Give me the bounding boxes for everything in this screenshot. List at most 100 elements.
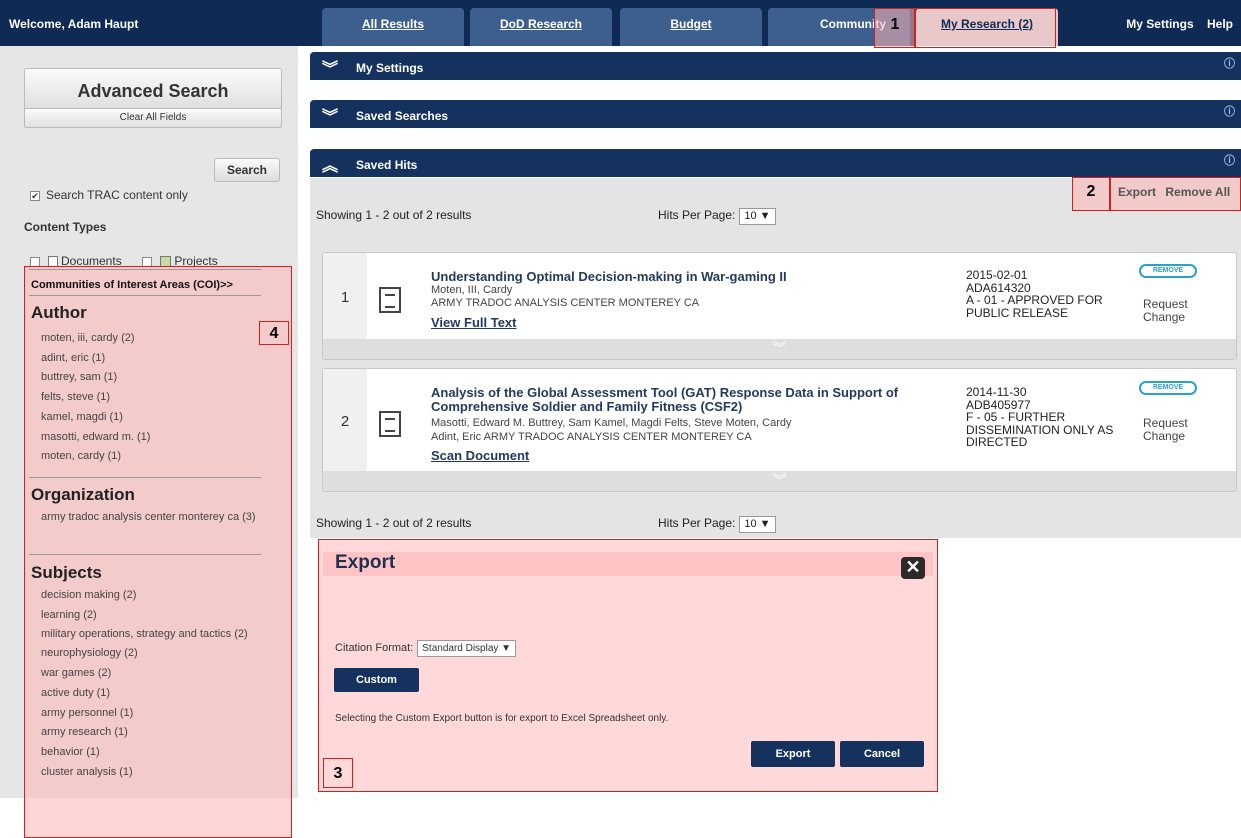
- subjects-list: decision making (2) learning (2) militar…: [41, 586, 281, 782]
- info-icon[interactable]: ⓘ: [1224, 55, 1235, 71]
- facet-item[interactable]: masotti, edward m. (1): [41, 428, 281, 448]
- result-authors: Moten, III, Cardy: [431, 284, 513, 296]
- info-icon[interactable]: ⓘ: [1224, 103, 1235, 119]
- result-distribution: F - 05 - FURTHER DISSEMINATION ONLY AS D…: [966, 410, 1114, 449]
- hits-per-page-select[interactable]: 10 ▼: [739, 516, 776, 533]
- scan-document-link[interactable]: Scan Document: [431, 448, 529, 463]
- result-number: 2: [323, 369, 367, 471]
- export-dialog: Export ✕ Citation Format: Standard Displa…: [318, 539, 938, 792]
- subjects-heading: Subjects: [31, 563, 102, 582]
- result-date: 2015-02-01: [966, 268, 1028, 282]
- coi-link[interactable]: Communities of Interest Areas (COI)>>: [31, 279, 233, 291]
- result-distribution: A - 01 - APPROVED FOR PUBLIC RELEASE: [966, 293, 1103, 320]
- checkbox-checked-icon[interactable]: ✔: [30, 190, 40, 201]
- divider: [29, 295, 261, 296]
- hits-actions: 2 Export Remove All: [1072, 177, 1241, 211]
- request-change-link[interactable]: Request Change: [1143, 298, 1193, 323]
- chevron-double-down-icon: ︾: [322, 109, 339, 126]
- saved-hits-panel-header[interactable]: ︽ Saved Hits ⓘ: [310, 149, 1241, 177]
- facet-item[interactable]: military operations, strategy and tactic…: [41, 628, 281, 641]
- organization-heading: Organization: [31, 485, 135, 504]
- divider: [29, 554, 261, 555]
- facet-item[interactable]: army personnel (1): [41, 704, 281, 724]
- expand-chevron-icon[interactable]: ︾: [323, 471, 1236, 491]
- hits-per-page-label: Hits Per Page:: [658, 208, 736, 222]
- dialog-title: Export: [335, 552, 396, 573]
- facet-item[interactable]: kamel, magdi (1): [41, 408, 281, 428]
- hits-per-page: Hits Per Page: 10 ▼: [658, 208, 776, 225]
- export-button[interactable]: Export: [751, 741, 835, 767]
- trac-only-label: Search TRAC content only: [46, 188, 188, 202]
- facet-item[interactable]: cluster analysis (1): [41, 763, 281, 783]
- hits-per-page-select[interactable]: 10 ▼: [739, 208, 776, 225]
- custom-button[interactable]: Custom: [334, 668, 419, 692]
- facet-item[interactable]: army research (1): [41, 723, 281, 743]
- facet-item[interactable]: moten, cardy (1): [41, 447, 281, 467]
- facet-panel: Communities of Interest Areas (COI)>> Au…: [24, 266, 292, 838]
- close-icon[interactable]: ✕: [901, 557, 925, 579]
- view-full-text-link[interactable]: View Full Text: [431, 315, 516, 330]
- result-card: 2 Analysis of the Global Assessment Tool…: [322, 368, 1237, 492]
- panel-title: Saved Searches: [356, 109, 449, 123]
- facet-item[interactable]: decision making (2): [41, 586, 281, 606]
- content-types-heading: Content Types: [24, 220, 107, 234]
- result-org: ARMY TRADOC ANALYSIS CENTER MONTEREY CA: [431, 297, 700, 309]
- result-org: Adint, Eric ARMY TRADOC ANALYSIS CENTER …: [431, 431, 752, 443]
- document-icon: [379, 411, 401, 437]
- result-title[interactable]: Understanding Optimal Decision-making in…: [431, 270, 931, 284]
- clear-all-fields-button[interactable]: Clear All Fields: [24, 108, 282, 128]
- author-heading: Author: [31, 303, 87, 322]
- facet-item[interactable]: behavior (1): [41, 743, 281, 763]
- result-card: 1 Understanding Optimal Decision-making …: [322, 252, 1237, 360]
- facet-item[interactable]: war games (2): [41, 664, 281, 684]
- info-icon[interactable]: ⓘ: [1224, 152, 1235, 168]
- top-right-links: My Settings Help: [1116, 17, 1233, 31]
- result-title[interactable]: Analysis of the Global Assessment Tool (…: [431, 386, 931, 414]
- remove-button[interactable]: REMOVE: [1139, 381, 1197, 395]
- facet-item[interactable]: neurophysiology (2): [41, 644, 281, 664]
- divider: [29, 269, 261, 270]
- tab-all-results[interactable]: All Results: [322, 8, 464, 46]
- remove-all-link[interactable]: Remove All: [1165, 185, 1230, 199]
- document-icon: [379, 287, 401, 313]
- citation-format-label: Citation Format:: [335, 642, 414, 654]
- request-change-link[interactable]: Request Change: [1143, 417, 1193, 442]
- callout-2-number: 2: [1086, 183, 1096, 200]
- results-count: Showing 1 - 2 out of 2 results: [316, 208, 472, 222]
- hits-per-page-label: Hits Per Page:: [658, 516, 736, 530]
- panel-title: Saved Hits: [356, 158, 418, 172]
- custom-export-note: Selecting the Custom Export button is fo…: [335, 713, 669, 724]
- chevron-double-up-icon: ︽: [322, 158, 339, 175]
- facet-item[interactable]: learning (2): [41, 606, 281, 626]
- cancel-button[interactable]: Cancel: [840, 741, 924, 767]
- result-authors: Masotti, Edward M. Buttrey, Sam Kamel, M…: [431, 417, 792, 429]
- facet-item[interactable]: moten, iii, cardy (2): [41, 329, 281, 349]
- author-list: moten, iii, cardy (2) adint, eric (1) bu…: [41, 329, 281, 467]
- facet-item[interactable]: active duty (1): [41, 684, 281, 704]
- search-button[interactable]: Search: [214, 158, 280, 182]
- result-date: 2014-11-30: [966, 385, 1027, 399]
- help-link[interactable]: Help: [1207, 17, 1233, 31]
- hits-per-page: Hits Per Page: 10 ▼: [658, 516, 776, 533]
- remove-button[interactable]: REMOVE: [1139, 264, 1197, 278]
- export-link[interactable]: Export: [1118, 185, 1156, 199]
- callout-1-number: 1: [890, 16, 900, 33]
- expand-chevron-icon[interactable]: ︾: [323, 339, 1236, 359]
- trac-only-option[interactable]: ✔ Search TRAC content only: [30, 188, 188, 202]
- my-settings-link[interactable]: My Settings: [1126, 17, 1193, 31]
- result-meta-right: 2014-11-30 ADB405977 F - 05 - FURTHER DI…: [966, 386, 1136, 449]
- result-number: 1: [323, 253, 367, 339]
- facet-item[interactable]: adint, eric (1): [41, 349, 281, 369]
- divider: [29, 477, 261, 478]
- tab-budget[interactable]: Budget: [620, 8, 762, 46]
- facet-item[interactable]: felts, steve (1): [41, 388, 281, 408]
- my-settings-panel-header[interactable]: ︾ My Settings ⓘ: [310, 52, 1241, 80]
- saved-searches-panel-header[interactable]: ︾ Saved Searches ⓘ: [310, 100, 1241, 128]
- tab-dod-research[interactable]: DoD Research: [470, 8, 612, 46]
- facet-item[interactable]: buttrey, sam (1): [41, 368, 281, 388]
- citation-format-select[interactable]: Standard Display ▼: [417, 640, 517, 657]
- facet-item[interactable]: army tradoc analysis center monterey ca …: [41, 511, 281, 524]
- dialog-title-bar: [323, 552, 933, 576]
- chevron-double-down-icon: ︾: [322, 61, 339, 78]
- hits-action-links: Export Remove All: [1118, 185, 1230, 199]
